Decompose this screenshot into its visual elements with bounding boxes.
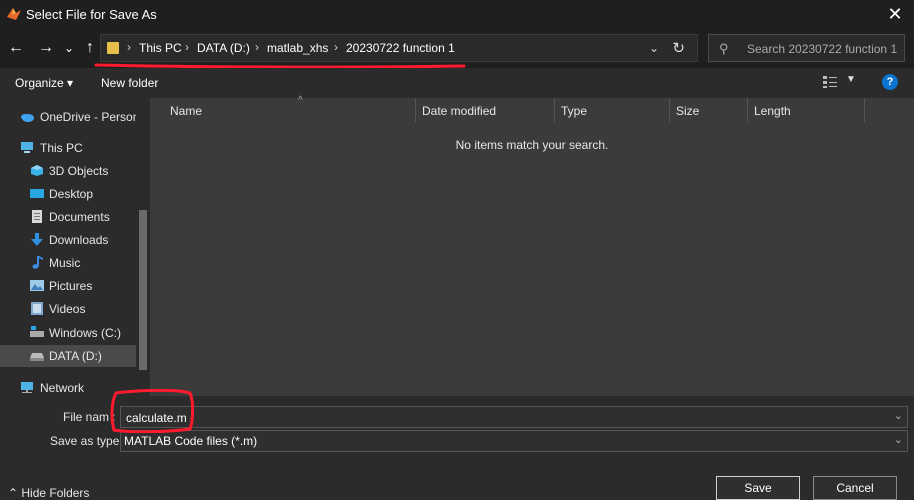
drive-icon bbox=[30, 326, 44, 337]
column-header-length[interactable]: Length bbox=[748, 98, 865, 122]
annotation-circle bbox=[110, 389, 194, 433]
address-dropdown-icon[interactable]: ⌄ bbox=[649, 41, 659, 55]
sidebar-item-desktop[interactable]: Desktop bbox=[0, 183, 136, 205]
sort-ascending-icon: ^ bbox=[298, 95, 303, 106]
save-type-value: MATLAB Code files (*.m) bbox=[124, 434, 258, 448]
file-list[interactable]: ^ Name Date modified Type Size Length No… bbox=[150, 95, 914, 396]
breadcrumb-matlab-xhs[interactable]: matlab_xhs bbox=[267, 41, 328, 55]
recent-locations-button[interactable]: ⌄ bbox=[59, 38, 79, 58]
sidebar-item-label: Documents bbox=[49, 210, 110, 224]
sidebar-item-onedrive[interactable]: OneDrive - Person bbox=[0, 106, 140, 128]
breadcrumb-data-drive[interactable]: DATA (D:) bbox=[197, 41, 250, 55]
organize-button[interactable]: Organize ▾ bbox=[15, 76, 73, 90]
sidebar-item-label: 3D Objects bbox=[49, 164, 109, 178]
sidebar-item-music[interactable]: Music bbox=[0, 252, 136, 274]
navigation-pane: OneDrive - Person This PC 3D Objects Des… bbox=[0, 98, 150, 396]
video-icon bbox=[31, 302, 43, 315]
forward-button[interactable]: → bbox=[36, 38, 56, 58]
help-icon[interactable]: ? bbox=[882, 74, 898, 90]
onedrive-icon bbox=[21, 114, 34, 122]
sidebar-item-label: Network bbox=[40, 381, 85, 395]
search-icon: ⚲ bbox=[719, 41, 729, 56]
hide-folders-button[interactable]: ⌃ Hide Folders bbox=[8, 486, 89, 500]
file-name-label: File nam bbox=[63, 410, 110, 424]
sidebar-item-data-d[interactable]: DATA (D:) bbox=[0, 345, 136, 367]
sidebar-item-label: Videos bbox=[49, 302, 86, 316]
chevron-right-icon: › bbox=[185, 40, 189, 54]
breadcrumb-current-folder[interactable]: 20230722 function 1 bbox=[346, 41, 455, 55]
address-bar[interactable]: › This PC › DATA (D:) › matlab_xhs › 202… bbox=[100, 34, 698, 62]
save-button[interactable]: Save bbox=[716, 476, 800, 500]
sidebar-item-label: OneDrive - Person bbox=[40, 110, 140, 124]
empty-message: No items match your search. bbox=[455, 138, 609, 152]
sidebar-item-label: Windows (C:) bbox=[49, 326, 122, 340]
sidebar-item-label: Pictures bbox=[49, 279, 93, 293]
search-box[interactable]: ⚲ bbox=[708, 34, 905, 62]
drive-icon bbox=[30, 353, 44, 361]
chevron-down-icon[interactable]: ⌄ bbox=[894, 409, 903, 422]
navigation-bar: ← → ⌄ ↑ › This PC › DATA (D:) › matlab_x… bbox=[0, 28, 914, 68]
chevron-right-icon: › bbox=[334, 40, 338, 54]
matlab-icon bbox=[7, 8, 21, 20]
sidebar-item-this-pc[interactable]: This PC bbox=[0, 137, 136, 159]
column-header-date-modified[interactable]: Date modified bbox=[416, 98, 555, 122]
view-dropdown-icon[interactable]: ▼ bbox=[846, 74, 856, 85]
sidebar-item-windows-c[interactable]: Windows (C:) bbox=[0, 322, 136, 344]
chevron-down-icon[interactable]: ⌄ bbox=[894, 433, 903, 446]
sidebar-item-documents[interactable]: Documents bbox=[0, 206, 136, 228]
refresh-icon[interactable]: ↻ bbox=[672, 39, 685, 57]
sidebar-item-downloads[interactable]: Downloads bbox=[0, 229, 136, 251]
view-options-icon[interactable] bbox=[822, 75, 838, 89]
new-folder-button[interactable]: New folder bbox=[101, 76, 158, 90]
save-type-select[interactable]: MATLAB Code files (*.m) ⌄ bbox=[120, 430, 908, 452]
sidebar-item-pictures[interactable]: Pictures bbox=[0, 275, 136, 297]
sidebar-item-label: Downloads bbox=[49, 233, 109, 247]
save-type-label: Save as type: bbox=[50, 434, 123, 448]
file-name-input[interactable] bbox=[124, 409, 878, 427]
cube-icon bbox=[31, 165, 43, 176]
computer-icon bbox=[21, 142, 33, 153]
sidebar-item-label: DATA (D:) bbox=[49, 349, 102, 363]
document-icon bbox=[32, 210, 42, 223]
network-icon bbox=[21, 382, 33, 393]
chevron-up-icon: ⌃ bbox=[8, 486, 22, 500]
search-input[interactable] bbox=[745, 38, 904, 60]
file-name-field[interactable]: ⌄ bbox=[120, 406, 908, 428]
download-icon bbox=[31, 233, 43, 246]
breadcrumb-this-pc[interactable]: This PC bbox=[139, 41, 182, 55]
back-button[interactable]: ← bbox=[6, 38, 26, 58]
sidebar-scrollbar[interactable] bbox=[136, 98, 150, 396]
column-header-type[interactable]: Type bbox=[555, 98, 670, 122]
sidebar-item-videos[interactable]: Videos bbox=[0, 298, 136, 320]
chevron-right-icon: › bbox=[255, 40, 259, 54]
scrollbar-thumb[interactable] bbox=[139, 210, 147, 370]
up-button[interactable]: ↑ bbox=[80, 38, 100, 58]
title-bar: Select File for Save As ✕ bbox=[0, 0, 914, 28]
sidebar-item-label: Music bbox=[49, 256, 81, 270]
desktop-icon bbox=[30, 189, 44, 198]
folder-icon bbox=[107, 42, 119, 54]
cancel-button[interactable]: Cancel bbox=[813, 476, 897, 500]
music-icon bbox=[32, 256, 43, 269]
picture-icon bbox=[30, 280, 44, 291]
chevron-right-icon: › bbox=[127, 40, 131, 54]
column-header-size[interactable]: Size bbox=[670, 98, 748, 122]
sidebar-item-3d-objects[interactable]: 3D Objects bbox=[0, 160, 136, 182]
sidebar-item-label: Desktop bbox=[49, 187, 94, 201]
close-icon[interactable]: ✕ bbox=[884, 3, 906, 25]
window-title: Select File for Save As bbox=[26, 7, 157, 22]
column-header-name[interactable]: ^ Name bbox=[164, 95, 416, 122]
command-bar: Organize ▾ New folder ▼ ? bbox=[0, 68, 914, 98]
sidebar-item-label: This PC bbox=[40, 141, 83, 155]
